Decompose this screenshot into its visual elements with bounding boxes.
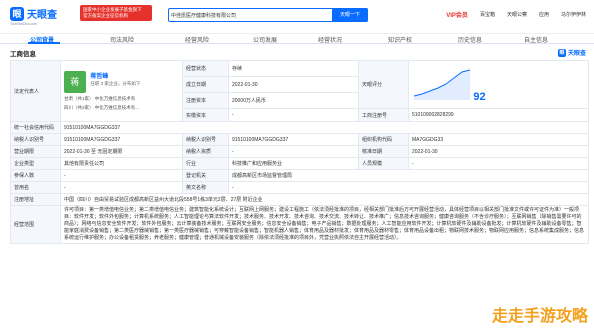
rep-label: 法定代表人 — [10, 60, 61, 122]
status-value: 存续 — [228, 60, 359, 77]
capital-label: 注册资本 — [182, 92, 229, 109]
taxpayer-id-label: 纳税人识别号 — [10, 133, 61, 146]
founded-label: 成立日期 — [182, 76, 229, 93]
tab-ip[interactable]: 知识产权 — [388, 35, 412, 44]
tab-label: 知识产权 — [388, 38, 413, 44]
rep-name[interactable]: 蒋哲峰 — [90, 71, 140, 80]
insured-label: 参保人数 — [10, 169, 61, 182]
rep-relation-1[interactable]: 甘肃（共1家） 中化万维信息技术有 — [64, 96, 179, 102]
taxpayer-id-value: 91510100MA7GGDG337 — [60, 133, 183, 146]
org-code-value: MA7GGDG33 — [408, 133, 589, 146]
tab-label: 经营风险 — [185, 38, 210, 44]
reg-no-value: 510109002828299 — [408, 108, 589, 122]
section-watermark-text: 天眼查 — [567, 51, 586, 57]
top-nav: VIP会员 百宝箱 天眼公察 应用 马尔伊伊林 — [446, 10, 586, 19]
status-label: 经营状态 — [182, 60, 229, 77]
industry-label: 行业 — [182, 157, 229, 170]
score-label: 天眼评分 — [358, 60, 409, 109]
score-chart — [413, 69, 471, 100]
tax-qual-value: - — [228, 145, 359, 158]
rep-avatar[interactable]: 蒋 — [64, 71, 86, 93]
rep-relation-2[interactable]: 四川（共2家） 中化万维信息技术有… — [64, 105, 179, 111]
search-bar: 天眼一下 — [168, 8, 368, 22]
tab-label: 自主信息 — [524, 38, 549, 44]
eye-logo-icon: 眼 — [10, 6, 24, 21]
nav-item-toolbox[interactable]: 百宝箱 — [480, 11, 495, 18]
term-label: 营业期限 — [10, 145, 61, 158]
taxpayer-id2-value: 91510100MA7GGDG337 — [228, 133, 359, 146]
capital-value: 20000万人民币 — [228, 92, 359, 109]
vip-link[interactable]: VIP会员 — [446, 10, 468, 19]
scope-label: 经营范围 — [10, 205, 61, 244]
industry-value: 科技推广和应用服务业 — [228, 157, 359, 170]
tax-qual-label: 纳税人资质 — [182, 145, 229, 158]
tab-company-development[interactable]: 公司发展 — [253, 35, 277, 44]
paid-value: - — [228, 108, 359, 122]
english-name-label: 英文名称 — [182, 181, 229, 194]
registry-value: 成都高新区市场监督管理局 — [228, 169, 589, 182]
section-header: 工商信息 眼 天眼查 — [10, 46, 588, 59]
term-value: 2022-01-30 至 无固定期限 — [60, 145, 183, 158]
registry-label: 登记机关 — [182, 169, 229, 182]
scope-value: 许可项目：第一类增值电信业务；第二类增值电信业务；建筑智能化系统设计；互联网上网… — [60, 205, 589, 244]
reg-no-label: 工商注册号 — [358, 108, 409, 122]
company-type-value: 其他有限责任公司 — [60, 157, 183, 170]
insured-value: - — [60, 169, 183, 182]
tab-history[interactable]: 历史信息 — [458, 35, 482, 44]
corner-watermark: 走走手游攻略 — [491, 306, 588, 325]
score-trend-area — [414, 70, 470, 100]
tab-label: 历史信息 — [458, 38, 483, 44]
staff-size-value: - — [408, 157, 589, 170]
paid-label: 实缴资本 — [182, 108, 229, 122]
section-title: 工商信息 — [10, 50, 36, 58]
org-code-label: 组织机构代码 — [358, 133, 409, 146]
tab-label: 司法风险 — [110, 38, 135, 44]
former-name-label: 曾用名 — [10, 181, 61, 194]
rep-summary: 任职 3 家企业，分布如下 — [90, 81, 141, 86]
section-tabs: 公司背景 司法风险 经营风险 公司发展 经营状况 知识产权 历史信息 自主信息 — [0, 34, 594, 44]
credit-code-value: 91510100MA7GGDG337 — [60, 121, 589, 134]
taxpayer-id2-label: 纳税人识别号 — [182, 133, 229, 146]
nav-item-user[interactable]: 马尔伊伊林 — [561, 11, 586, 18]
credential-badge: 国家中小企业发展子基金旗下 官方备案企业征信机构 — [80, 5, 152, 21]
tab-self-info[interactable]: 自主信息 — [524, 35, 548, 44]
company-type-label: 企业类型 — [10, 157, 61, 170]
staff-size-label: 人员规模 — [358, 157, 409, 170]
former-name-value: - — [60, 181, 183, 194]
nav-item-watch[interactable]: 天眼公察 — [507, 11, 527, 18]
badge-line-2: 官方备案企业征信机构 — [83, 12, 128, 18]
approval-date-value: 2022-01-30 — [408, 145, 589, 158]
english-name-value: - — [228, 181, 589, 194]
founded-value: 2022-01-30 — [228, 76, 359, 93]
badge-line-1: 国家中小企业发展子基金旗下 — [83, 7, 142, 12]
approval-date-label: 核准日期 — [358, 145, 409, 158]
active-tab-indicator — [28, 42, 60, 44]
credit-code-label: 统一社会信用代码 — [10, 121, 61, 134]
address-value[interactable]: 中国（四川）自由贸易试验区成都高新区益州大道北段558号1栋3单元2层、27层 … — [60, 193, 589, 206]
score-cell: 92 — [408, 60, 589, 109]
score-value: 92 — [473, 91, 486, 103]
nav-item-apps[interactable]: 应用 — [539, 11, 549, 18]
tab-label: 公司发展 — [253, 38, 278, 44]
search-button[interactable]: 天眼一下 — [332, 8, 368, 22]
tab-operating-risk[interactable]: 经营风险 — [185, 35, 209, 44]
logo-text: 天眼查 — [27, 10, 57, 21]
tab-label: 经营状况 — [318, 38, 343, 44]
search-input[interactable] — [171, 10, 331, 20]
eye-logo-icon: 眼 — [557, 48, 566, 57]
logo-subtitle: TianYanCha.com — [10, 22, 37, 26]
tab-operating-status[interactable]: 经营状况 — [318, 35, 342, 44]
rep-cell: 蒋 蒋哲峰 任职 3 家企业，分布如下 甘肃（共1家） 中化万维信息技术有 四川… — [60, 60, 183, 122]
address-label: 注册地址 — [10, 193, 61, 206]
section-watermark: 眼 天眼查 — [557, 48, 586, 57]
top-header: 眼 天眼查 TianYanCha.com 国家中小企业发展子基金旗下 官方备案企… — [0, 0, 594, 34]
tab-judicial-risk[interactable]: 司法风险 — [110, 35, 134, 44]
site-logo[interactable]: 眼 天眼查 — [10, 6, 57, 21]
business-info-table: 法定代表人 蒋 蒋哲峰 任职 3 家企业，分布如下 甘肃（共1家） 中化万维信息… — [10, 60, 589, 244]
